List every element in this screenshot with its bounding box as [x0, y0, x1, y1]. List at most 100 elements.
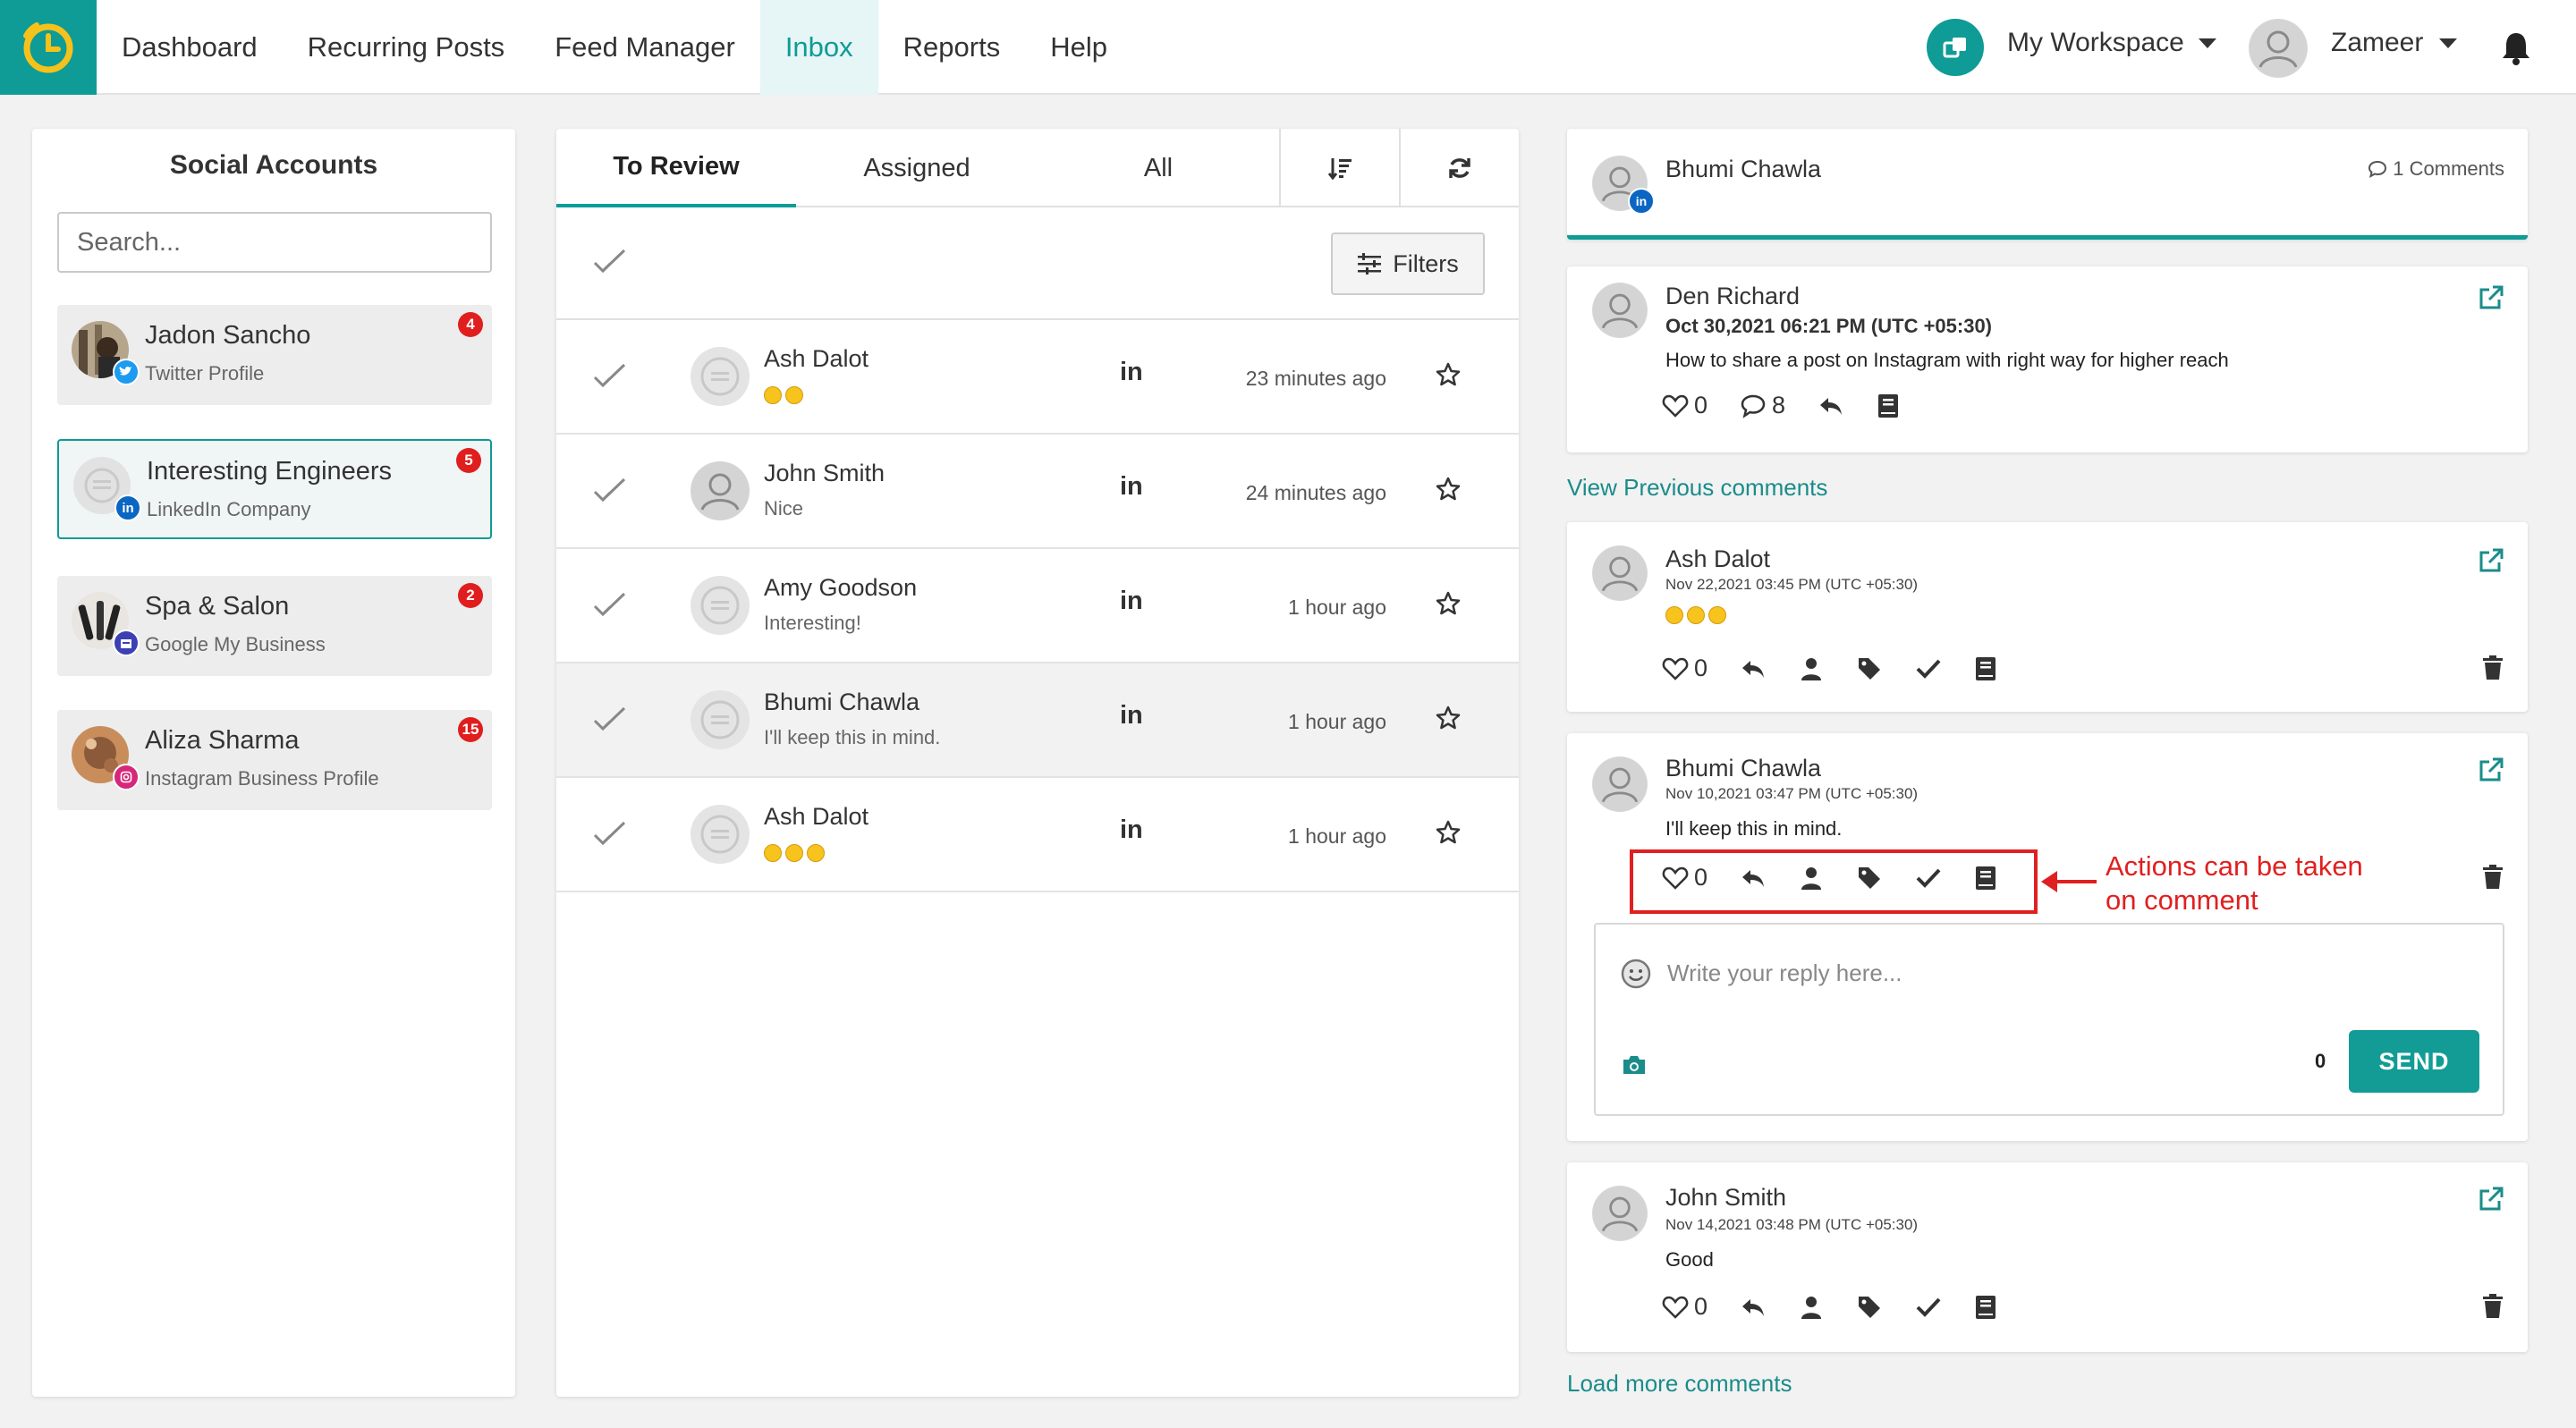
account-jadon-sancho[interactable]: Jadon Sancho Twitter Profile 4	[57, 305, 492, 405]
user-avatar[interactable]	[2249, 19, 2308, 78]
star-icon[interactable]	[1435, 819, 1462, 846]
account-aliza-sharma[interactable]: Aliza Sharma Instagram Business Profile …	[57, 710, 492, 810]
trash-icon[interactable]	[2481, 1293, 2504, 1320]
reply-button[interactable]	[1818, 394, 1844, 418]
account-name: Spa & Salon	[145, 592, 290, 621]
bell-icon[interactable]	[2499, 30, 2533, 66]
google-my-business-icon	[113, 630, 140, 656]
external-link-icon[interactable]	[2478, 547, 2504, 574]
tag-button[interactable]	[1856, 1294, 1883, 1321]
filter-sliders-icon	[1358, 253, 1382, 275]
main-nav: Dashboard Recurring Posts Feed Manager I…	[97, 0, 1132, 95]
nav-recurring-posts[interactable]: Recurring Posts	[283, 0, 530, 95]
select-all-check-icon[interactable]	[592, 247, 628, 277]
external-link-icon[interactable]	[2478, 284, 2504, 311]
nav-reports[interactable]: Reports	[878, 0, 1026, 95]
star-icon[interactable]	[1435, 361, 1462, 388]
twitter-icon	[113, 359, 140, 385]
user-icon	[1801, 657, 1822, 680]
like-button[interactable]: 0	[1662, 655, 1707, 682]
replies-button[interactable]: 8	[1740, 392, 1785, 419]
note-button[interactable]	[1974, 655, 1997, 682]
like-button[interactable]: 0	[1662, 1293, 1707, 1321]
account-interesting-engineers[interactable]: in Interesting Engineers LinkedIn Compan…	[57, 439, 492, 539]
message-preview: Interesting!	[764, 612, 861, 634]
annotation-line-1: Actions can be taken	[2106, 850, 2363, 882]
assign-button[interactable]	[1799, 1295, 1824, 1320]
note-button[interactable]	[1877, 393, 1900, 419]
heart-icon	[1662, 394, 1689, 418]
workspace-name: My Workspace	[2007, 28, 2184, 57]
mark-done-button[interactable]	[1915, 1296, 1942, 1319]
workspace-dropdown[interactable]: My Workspace	[2007, 28, 2216, 58]
load-more-comments-link[interactable]: Load more comments	[1567, 1370, 1792, 1398]
message-preview: I'll keep this in mind.	[764, 726, 941, 748]
refresh-icon[interactable]	[1399, 129, 1519, 207]
reply-input[interactable]	[1667, 953, 2454, 993]
star-icon[interactable]	[1435, 705, 1462, 731]
avatar	[1592, 283, 1648, 338]
sort-icon[interactable]	[1279, 129, 1399, 207]
like-count: 0	[1694, 655, 1708, 681]
filters-button[interactable]: Filters	[1331, 232, 1485, 295]
workspace-icon[interactable]	[1927, 19, 1984, 76]
sender-name: Ash Dalot	[764, 345, 869, 372]
avatar	[691, 805, 750, 864]
check-icon[interactable]	[592, 705, 628, 735]
list-item[interactable]: Amy Goodson Interesting! in 1 hour ago	[556, 549, 1519, 663]
check-icon[interactable]	[592, 476, 628, 506]
check-icon[interactable]	[592, 361, 628, 392]
reply-char-count: 0	[2315, 1050, 2326, 1072]
account-spa-salon[interactable]: Spa & Salon Google My Business 2	[57, 576, 492, 676]
accounts-search-input[interactable]	[57, 212, 492, 273]
trash-icon[interactable]	[2481, 864, 2504, 891]
camera-icon[interactable]	[1621, 1053, 1648, 1077]
reply-button[interactable]	[1740, 657, 1767, 680]
tab-to-review[interactable]: To Review	[556, 129, 796, 207]
social-accounts-title: Social Accounts	[169, 150, 378, 180]
comment-icon	[2368, 160, 2387, 178]
filters-label: Filters	[1393, 249, 1459, 277]
tab-assigned[interactable]: Assigned	[796, 129, 1038, 207]
comment-author: Den Richard	[1665, 283, 1801, 309]
tag-button[interactable]	[1856, 655, 1883, 682]
message-time: 24 minutes ago	[1245, 481, 1386, 504]
post-author-name: Bhumi Chawla	[1665, 156, 1822, 182]
app-logo[interactable]	[0, 0, 97, 95]
tab-all[interactable]: All	[1038, 129, 1279, 207]
list-item[interactable]: Ash Dalot in 1 hour ago	[556, 778, 1519, 892]
tag-icon	[1859, 1296, 1881, 1318]
check-icon[interactable]	[592, 590, 628, 621]
list-item[interactable]: John Smith Nice in 24 minutes ago	[556, 435, 1519, 549]
external-link-icon[interactable]	[2478, 756, 2504, 783]
notebook-icon	[1976, 656, 1996, 680]
reply-button[interactable]	[1740, 1296, 1767, 1319]
user-dropdown[interactable]: Zameer	[2331, 28, 2458, 58]
reply-arrow-icon	[1820, 397, 1843, 415]
tag-icon	[1859, 657, 1881, 680]
linkedin-icon: in	[1120, 587, 1143, 615]
nav-dashboard[interactable]: Dashboard	[97, 0, 283, 95]
nav-help[interactable]: Help	[1025, 0, 1132, 95]
star-icon[interactable]	[1435, 476, 1462, 503]
mark-done-button[interactable]	[1915, 657, 1942, 680]
avatar	[691, 690, 750, 749]
nav-feed-manager[interactable]: Feed Manager	[530, 0, 760, 95]
unread-count-badge: 15	[458, 717, 483, 742]
view-previous-comments-link[interactable]: View Previous comments	[1567, 474, 1827, 502]
nav-inbox[interactable]: Inbox	[759, 0, 878, 95]
external-link-icon[interactable]	[2478, 1186, 2504, 1213]
list-item[interactable]: Ash Dalot in 23 minutes ago	[556, 320, 1519, 435]
note-button[interactable]	[1974, 1294, 1997, 1321]
account-type: Google My Business	[145, 633, 326, 655]
emoji-picker-icon[interactable]	[1621, 959, 1651, 989]
assign-button[interactable]	[1799, 656, 1824, 681]
comment-text	[1665, 603, 1730, 626]
list-item[interactable]: Bhumi Chawla I'll keep this in mind. in …	[556, 663, 1519, 778]
like-button[interactable]: 0	[1662, 392, 1707, 419]
comment-author: John Smith	[1665, 1184, 1787, 1211]
trash-icon[interactable]	[2481, 655, 2504, 681]
check-icon[interactable]	[592, 819, 628, 849]
send-button[interactable]: SEND	[2349, 1030, 2479, 1093]
star-icon[interactable]	[1435, 590, 1462, 617]
